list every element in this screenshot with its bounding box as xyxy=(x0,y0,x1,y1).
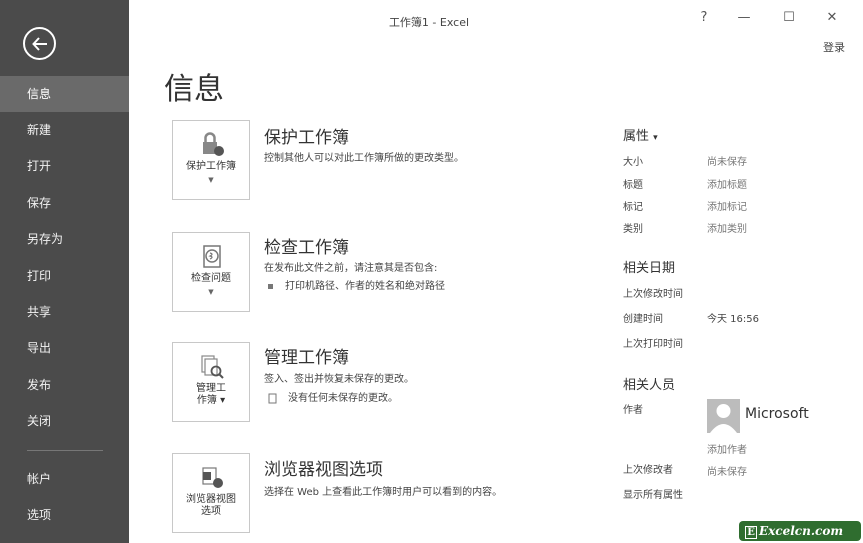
sidebar-item-info[interactable]: 信息 xyxy=(0,76,129,112)
last-printed-label: 上次打印时间 xyxy=(623,339,683,350)
window-title: 工作簿1 - Excel xyxy=(388,16,470,29)
inspect-workbook-heading: 检查工作簿 xyxy=(264,238,349,258)
check-issues-tile[interactable]: 检查问题 ▼ xyxy=(172,232,250,312)
inspect-document-icon xyxy=(203,245,221,268)
sidebar-item-export[interactable]: 导出 xyxy=(0,330,129,366)
show-all-properties-link[interactable]: 显示所有属性 xyxy=(623,486,683,501)
size-value: 尚未保存 xyxy=(707,157,747,168)
sidebar-item-open[interactable]: 打开 xyxy=(0,148,129,184)
browser-view-heading: 浏览器视图选项 xyxy=(264,460,383,480)
properties-dropdown[interactable]: 属性 ▾ xyxy=(623,125,658,144)
chevron-down-icon: ▾ xyxy=(653,133,658,143)
add-author-link[interactable]: 添加作者 xyxy=(707,441,747,456)
maximize-button[interactable]: ☐ xyxy=(774,8,804,28)
bullet-icon xyxy=(268,283,273,289)
chevron-down-icon: ▼ xyxy=(208,176,214,184)
lock-icon xyxy=(203,132,224,156)
last-modified-label: 上次修改时间 xyxy=(623,289,683,300)
back-button[interactable] xyxy=(23,27,56,60)
backstage-sidebar: 信息 新建 打开 保存 另存为 打印 共享 导出 发布 关闭 帐户 选项 xyxy=(0,0,129,543)
tile-label: 保护工作簿 xyxy=(186,161,236,172)
document-icon xyxy=(268,393,277,403)
title-bar: 工作簿1 - Excel ? — ☐ ✕ 登录 xyxy=(129,0,863,54)
sidebar-item-options[interactable]: 选项 xyxy=(0,497,129,533)
sidebar-item-share[interactable]: 共享 xyxy=(0,294,129,330)
protect-workbook-desc: 控制其他人可以对此工作簿所做的更改类型。 xyxy=(264,153,464,164)
inspect-item: 打印机路径、作者的姓名和绝对路径 xyxy=(268,277,445,292)
minimize-button[interactable]: — xyxy=(729,8,759,28)
sidebar-divider xyxy=(27,450,103,451)
sidebar-item-close[interactable]: 关闭 xyxy=(0,403,129,439)
title-label: 标题 xyxy=(623,180,643,191)
last-modified-by-value: 尚未保存 xyxy=(707,467,747,478)
close-button[interactable]: ✕ xyxy=(817,8,847,28)
author-name: Microsoft xyxy=(745,406,809,422)
browser-view-options-tile[interactable]: 浏览器视图 选项 xyxy=(172,453,250,533)
site-watermark: E Excelcn.com xyxy=(739,521,861,541)
sidebar-item-new[interactable]: 新建 xyxy=(0,112,129,148)
manage-workbook-desc: 签入、签出并恢复未保存的更改。 xyxy=(264,374,414,385)
created-label: 创建时间 xyxy=(623,314,663,325)
inspect-workbook-desc: 在发布此文件之前，请注意其是否包含: xyxy=(264,263,438,274)
manage-item: 没有任何未保存的更改。 xyxy=(268,389,398,404)
author-label: 作者 xyxy=(623,405,643,416)
sidebar-item-save-as[interactable]: 另存为 xyxy=(0,221,129,257)
manage-workbook-heading: 管理工作簿 xyxy=(264,348,349,368)
protect-workbook-tile[interactable]: 保护工作簿 ▼ xyxy=(172,120,250,200)
related-people-heading: 相关人员 xyxy=(623,378,676,393)
tile-label: 管理工 作簿 ▾ xyxy=(196,383,226,406)
sidebar-item-account[interactable]: 帐户 xyxy=(0,461,129,497)
tile-label: 浏览器视图 选项 xyxy=(186,494,236,517)
category-label: 类别 xyxy=(623,224,643,235)
add-title-field[interactable]: 添加标题 xyxy=(707,176,747,191)
add-tags-field[interactable]: 添加标记 xyxy=(707,198,747,213)
sidebar-item-print[interactable]: 打印 xyxy=(0,258,129,294)
sidebar-item-publish[interactable]: 发布 xyxy=(0,367,129,403)
sidebar-item-save[interactable]: 保存 xyxy=(0,185,129,221)
arrow-left-icon xyxy=(31,36,47,51)
help-button[interactable]: ? xyxy=(689,8,719,28)
watermark-logo-icon: E xyxy=(745,526,757,539)
browser-view-icon xyxy=(202,467,223,488)
tile-label: 检查问题 xyxy=(191,273,231,284)
created-value: 今天 16:56 xyxy=(707,314,759,325)
login-link[interactable]: 登录 xyxy=(823,39,845,55)
protect-workbook-heading: 保护工作簿 xyxy=(264,128,349,148)
tags-label: 标记 xyxy=(623,202,643,213)
chevron-down-icon: ▼ xyxy=(208,288,214,296)
user-icon xyxy=(710,404,737,433)
add-category-field[interactable]: 添加类别 xyxy=(707,220,747,235)
related-dates-heading: 相关日期 xyxy=(623,261,676,276)
avatar[interactable] xyxy=(707,399,740,433)
manage-workbook-tile[interactable]: 管理工 作簿 ▾ xyxy=(172,342,250,422)
browser-view-desc: 选择在 Web 上查看此工作簿时用户可以看到的内容。 xyxy=(264,487,503,498)
size-label: 大小 xyxy=(623,157,643,168)
last-modified-by-label: 上次修改者 xyxy=(623,465,673,476)
manage-versions-icon xyxy=(201,355,224,379)
page-title: 信息 xyxy=(164,72,224,107)
